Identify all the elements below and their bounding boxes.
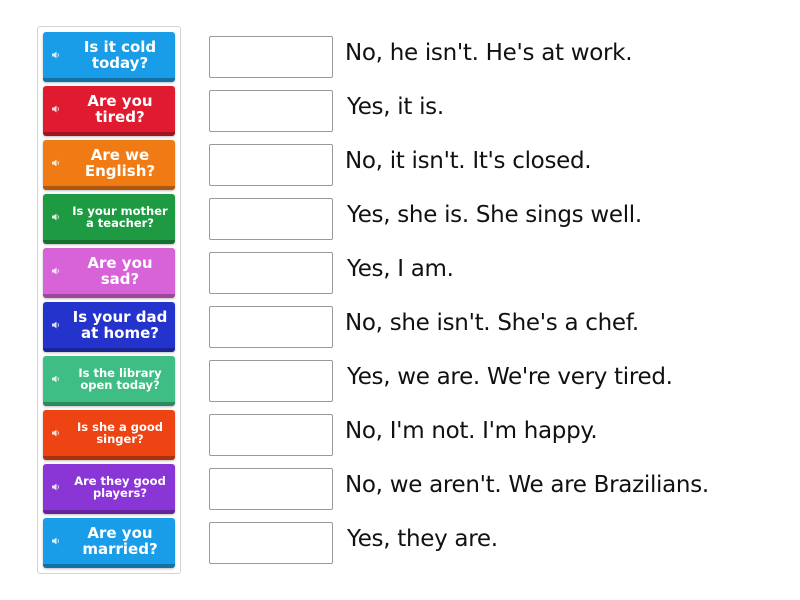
speaker-icon[interactable] [43, 320, 69, 330]
question-card[interactable]: Are we English? [43, 140, 175, 190]
question-card-label: Is it cold today? [83, 37, 157, 72]
answer-text: Yes, I am. [347, 256, 454, 282]
speaker-icon[interactable] [43, 428, 69, 438]
speaker-icon[interactable] [43, 266, 69, 276]
question-card[interactable]: Are you tired? [43, 86, 175, 136]
question-card[interactable]: Is your dad at home? [43, 302, 175, 352]
answer-text: Yes, it is. [347, 94, 444, 120]
speaker-icon[interactable] [43, 374, 69, 384]
question-card-label: Are they good players? [74, 473, 166, 500]
answer-text: No, she isn't. She's a chef. [345, 310, 639, 336]
question-card-label: Is she a good singer? [77, 419, 163, 446]
answer-text: No, we aren't. We are Brazilians. [345, 472, 709, 498]
question-card[interactable]: Is your mother a teacher? [43, 194, 175, 244]
speaker-icon[interactable] [43, 482, 69, 492]
question-card-label: Are you sad? [87, 253, 153, 288]
speaker-icon[interactable] [43, 158, 69, 168]
answer-drop-slot[interactable] [209, 522, 333, 564]
answer-text: No, it isn't. It's closed. [345, 148, 592, 174]
question-card[interactable]: Are they good players? [43, 464, 175, 514]
answer-text: No, he isn't. He's at work. [345, 40, 633, 66]
question-card-label: Are you tired? [87, 91, 153, 126]
question-card[interactable]: Is the library open today? [43, 356, 175, 406]
answer-drop-slot[interactable] [209, 252, 333, 294]
speaker-icon[interactable] [43, 212, 69, 222]
answer-drop-slot[interactable] [209, 198, 333, 240]
question-card-label: Is your mother a teacher? [72, 203, 168, 230]
question-card[interactable]: Are you married? [43, 518, 175, 568]
question-card-label: Is the library open today? [78, 365, 162, 392]
answer-drop-slot[interactable] [209, 414, 333, 456]
speaker-icon[interactable] [43, 104, 69, 114]
answer-text: Yes, they are. [347, 526, 498, 552]
answer-drop-slot[interactable] [209, 90, 333, 132]
answer-drop-slot[interactable] [209, 306, 333, 348]
answer-text: Yes, she is. She sings well. [347, 202, 642, 228]
question-card-label: Is your dad at home? [72, 307, 168, 342]
question-card[interactable]: Is it cold today? [43, 32, 175, 82]
answer-text: No, I'm not. I'm happy. [345, 418, 598, 444]
question-card[interactable]: Is she a good singer? [43, 410, 175, 460]
answer-drop-slot[interactable] [209, 360, 333, 402]
answer-text: Yes, we are. We're very tired. [347, 364, 673, 390]
speaker-icon[interactable] [43, 50, 69, 60]
answer-drop-slot[interactable] [209, 468, 333, 510]
answer-drop-slot[interactable] [209, 144, 333, 186]
speaker-icon[interactable] [43, 536, 69, 546]
question-card-label: Are you married? [82, 523, 158, 558]
answer-drop-slot[interactable] [209, 36, 333, 78]
question-card[interactable]: Are you sad? [43, 248, 175, 298]
question-card-label: Are we English? [84, 145, 156, 180]
